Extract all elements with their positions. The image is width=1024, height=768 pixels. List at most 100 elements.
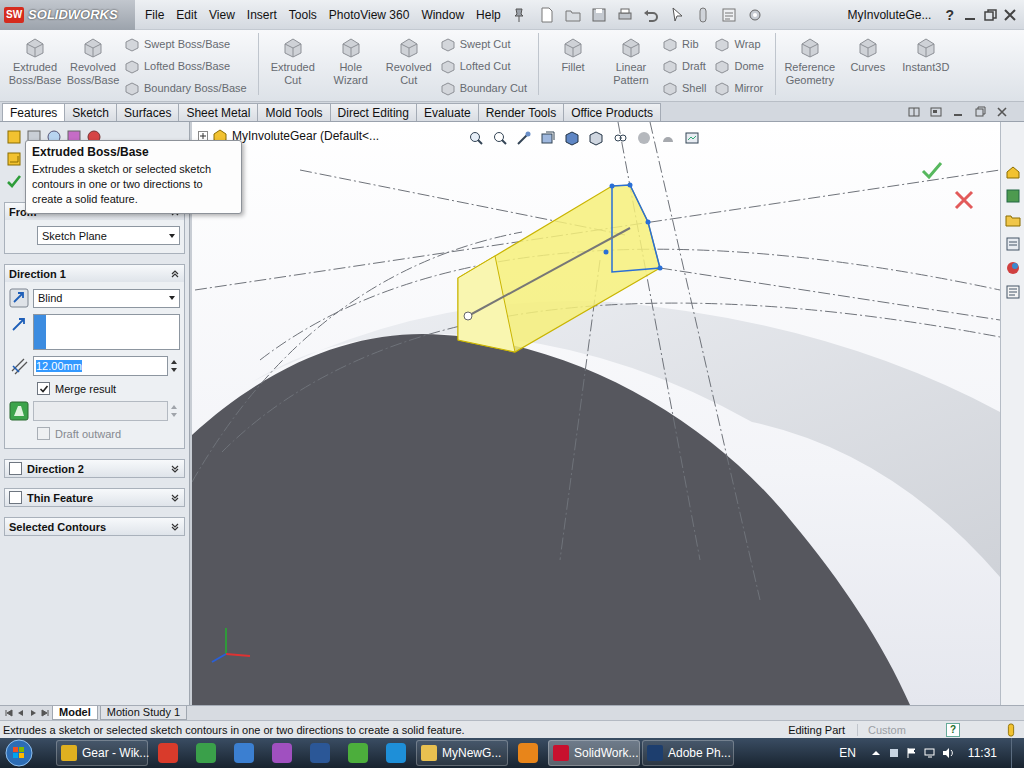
flag-icon[interactable] bbox=[906, 747, 918, 759]
cascade-icon[interactable] bbox=[930, 106, 942, 118]
command-tab[interactable]: Mold Tools bbox=[257, 103, 330, 121]
command-tab[interactable]: Sheet Metal bbox=[178, 103, 258, 121]
direction-reference-field[interactable] bbox=[33, 314, 180, 350]
checkbox[interactable] bbox=[37, 427, 50, 440]
ribbon-button[interactable]: Instant3D bbox=[897, 33, 955, 87]
appearances-icon[interactable] bbox=[1005, 260, 1021, 276]
ribbon-button[interactable]: Boundary Boss/Base bbox=[124, 77, 247, 98]
merge-result-checkbox[interactable]: Merge result bbox=[9, 382, 180, 395]
apply-scene-icon[interactable] bbox=[660, 130, 676, 146]
menu-item[interactable]: View bbox=[203, 8, 241, 22]
draft-angle-input[interactable] bbox=[33, 401, 168, 421]
restore-icon[interactable] bbox=[982, 7, 998, 23]
depth-input[interactable]: 12.00mm bbox=[33, 356, 168, 376]
ribbon-button[interactable]: Mirror bbox=[714, 77, 763, 98]
minimize-icon[interactable] bbox=[962, 7, 978, 23]
taskbar-window-button[interactable]: Gear - Wik... bbox=[56, 740, 148, 766]
ribbon-button[interactable]: Swept Cut bbox=[440, 33, 527, 54]
drag-handle[interactable] bbox=[464, 312, 472, 320]
ribbon-button[interactable]: Curves bbox=[839, 33, 897, 87]
menu-item[interactable]: Edit bbox=[170, 8, 203, 22]
ribbon-button[interactable]: Lofted Boss/Base bbox=[124, 55, 247, 76]
taskbar-pinned-app[interactable] bbox=[302, 740, 338, 766]
previous-view-icon[interactable] bbox=[516, 130, 532, 146]
file-explorer-icon[interactable] bbox=[1005, 212, 1021, 228]
taskbar-pinned-app[interactable] bbox=[510, 740, 546, 766]
section-header[interactable]: Direction 1 bbox=[5, 265, 184, 282]
open-folder-icon[interactable] bbox=[565, 7, 581, 23]
ribbon-button[interactable]: Reference Geometry bbox=[781, 33, 839, 87]
help-button[interactable]: ? bbox=[937, 7, 962, 23]
restore-icon[interactable] bbox=[974, 106, 986, 118]
spinner-icon[interactable] bbox=[169, 402, 179, 420]
ribbon-button[interactable]: Swept Boss/Base bbox=[124, 33, 247, 54]
first-tab-icon[interactable] bbox=[4, 708, 14, 718]
taskbar-pinned-app[interactable] bbox=[188, 740, 224, 766]
previous-tab-icon[interactable] bbox=[16, 708, 26, 718]
last-tab-icon[interactable] bbox=[40, 708, 50, 718]
close-icon[interactable] bbox=[996, 106, 1008, 118]
select-arrow-icon[interactable] bbox=[669, 7, 685, 23]
ribbon-button[interactable]: Rib bbox=[662, 33, 706, 54]
start-button-icon[interactable] bbox=[4, 738, 34, 768]
taskbar-pinned-app[interactable] bbox=[150, 740, 186, 766]
show-desktop-button[interactable] bbox=[1011, 738, 1024, 768]
model-tab[interactable]: Motion Study 1 bbox=[100, 706, 187, 720]
design-library-icon[interactable] bbox=[1005, 188, 1021, 204]
options-icon[interactable] bbox=[747, 7, 763, 23]
minimize-icon[interactable] bbox=[952, 106, 964, 118]
taskbar-window-button[interactable]: SolidWork... bbox=[548, 740, 640, 766]
new-document-icon[interactable] bbox=[539, 7, 555, 23]
gear-model[interactable] bbox=[192, 122, 1000, 705]
ribbon-button[interactable]: Lofted Cut bbox=[440, 55, 527, 76]
section-header[interactable]: Thin Feature bbox=[5, 489, 184, 506]
view-palette-icon[interactable] bbox=[1005, 236, 1021, 252]
ribbon-button[interactable]: Wrap bbox=[714, 33, 763, 54]
print-icon[interactable] bbox=[617, 7, 633, 23]
section-view-icon[interactable] bbox=[540, 130, 556, 146]
ribbon-button[interactable]: Draft bbox=[662, 55, 706, 76]
hide-show-icon[interactable] bbox=[612, 130, 628, 146]
model-tab[interactable]: Model bbox=[52, 706, 98, 720]
ribbon-button[interactable]: Fillet bbox=[544, 33, 602, 87]
view-orientation-icon[interactable] bbox=[564, 130, 580, 146]
ok-check-icon[interactable] bbox=[920, 158, 944, 182]
menu-item[interactable]: Tools bbox=[283, 8, 323, 22]
ribbon-button[interactable]: Boundary Cut bbox=[440, 77, 527, 98]
undo-icon[interactable] bbox=[643, 7, 659, 23]
file-properties-icon[interactable] bbox=[721, 7, 737, 23]
taskbar-pinned-app[interactable] bbox=[340, 740, 376, 766]
custom-properties-icon[interactable] bbox=[1005, 284, 1021, 300]
ribbon-button[interactable]: Hole Wizard bbox=[322, 33, 380, 87]
taskbar-window-button[interactable]: MyNewG... bbox=[416, 740, 508, 766]
menu-item[interactable]: Help bbox=[470, 8, 507, 22]
taskbar-pinned-app[interactable] bbox=[226, 740, 262, 766]
command-tab[interactable]: Features bbox=[2, 103, 65, 121]
ribbon-button[interactable]: Extruded Cut bbox=[264, 33, 322, 87]
section-header[interactable]: Selected Contours bbox=[5, 518, 184, 535]
edit-appearance-icon[interactable] bbox=[636, 130, 652, 146]
menu-item[interactable]: Insert bbox=[241, 8, 283, 22]
zoom-to-fit-icon[interactable] bbox=[468, 130, 484, 146]
ribbon-button[interactable]: Dome bbox=[714, 55, 763, 76]
rebuild-icon[interactable] bbox=[695, 7, 711, 23]
ribbon-button[interactable]: Revolved Boss/Base bbox=[64, 33, 122, 87]
display-style-icon[interactable] bbox=[588, 130, 604, 146]
checkbox[interactable] bbox=[9, 491, 22, 504]
checkbox[interactable] bbox=[37, 382, 50, 395]
tile-icon[interactable] bbox=[908, 106, 920, 118]
section-header[interactable]: Direction 2 bbox=[5, 460, 184, 477]
graphics-area[interactable]: MyInvoluteGear (Default<... bbox=[192, 122, 1000, 705]
units-dropdown[interactable]: Custom bbox=[857, 724, 946, 736]
language-indicator[interactable]: EN bbox=[839, 746, 864, 760]
reverse-direction-icon[interactable] bbox=[9, 288, 29, 308]
command-tab[interactable]: Sketch bbox=[64, 103, 117, 121]
taskbar-pinned-app[interactable] bbox=[378, 740, 414, 766]
ribbon-button[interactable]: Linear Pattern bbox=[602, 33, 660, 87]
ribbon-button[interactable]: Revolved Cut bbox=[380, 33, 438, 87]
cancel-x-icon[interactable] bbox=[952, 188, 976, 212]
command-tab[interactable]: Evaluate bbox=[416, 103, 479, 121]
ribbon-button[interactable]: Extruded Boss/Base bbox=[6, 33, 64, 87]
command-tab[interactable]: Office Products bbox=[563, 103, 661, 121]
ribbon-button[interactable]: Shell bbox=[662, 77, 706, 98]
